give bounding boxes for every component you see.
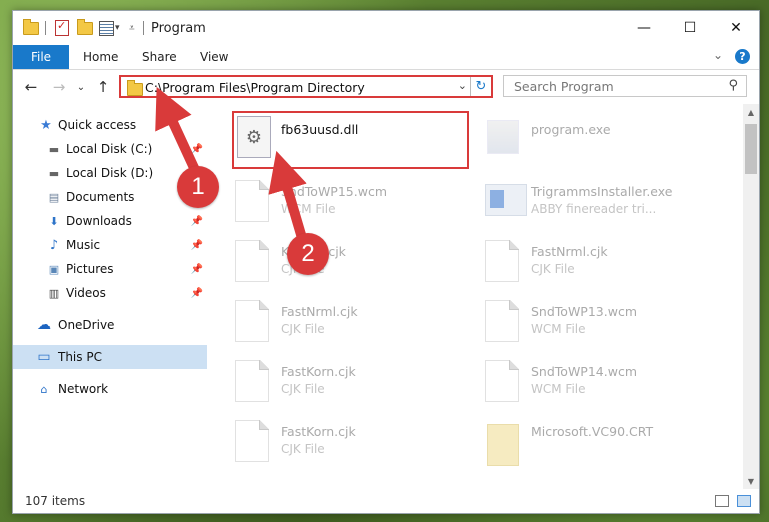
arrow-2 — [268, 150, 307, 240]
annotation-arrows — [155, 86, 307, 240]
step-2-badge: 2 — [287, 233, 329, 275]
arrow-1 — [155, 86, 200, 173]
step-1-badge: 1 — [177, 166, 219, 208]
